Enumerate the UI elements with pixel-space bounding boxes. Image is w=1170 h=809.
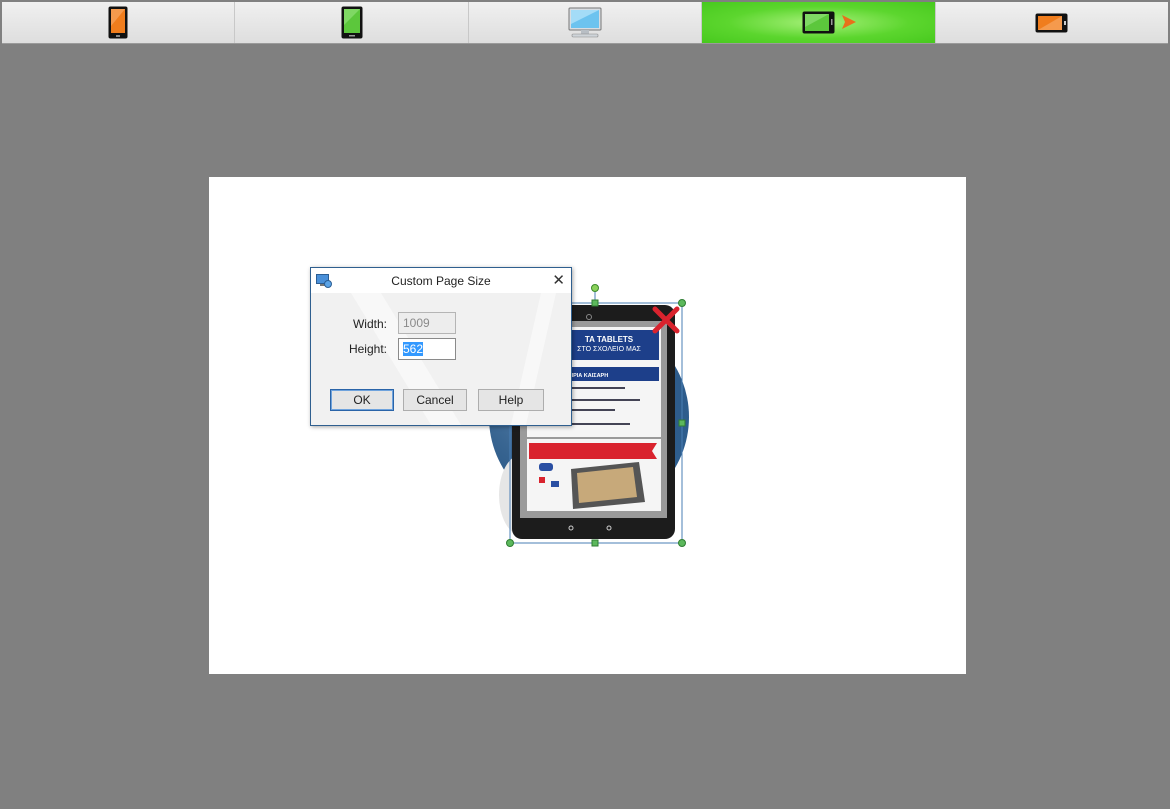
width-label: Width: [352,317,387,331]
height-label: Height: [348,342,387,356]
device-toolbar [2,2,1169,44]
cancel-button[interactable]: Cancel [403,389,467,411]
play-arrow-icon [842,15,857,29]
dialog-title: Custom Page Size [391,274,491,288]
height-field[interactable]: 562 [398,338,456,360]
help-button[interactable]: Help [478,389,544,411]
height-value: 562 [403,342,424,356]
tab-desktop[interactable] [468,2,703,43]
tab-tablet-landscape[interactable] [702,2,936,43]
tab-phone-portrait[interactable] [2,2,236,43]
banner-title: TA TABLETS [585,335,634,344]
banner-subtitle: ΣΤΟ ΣΧΟΛΕΙΟ ΜΑΣ [577,346,641,353]
width-value: 1009 [403,316,430,330]
tab-tablet-portrait[interactable] [235,2,469,43]
tablet-landscape-icon [802,11,835,34]
tab-phone-landscape[interactable] [935,2,1169,43]
width-field: 1009 [398,312,456,334]
ok-button[interactable]: OK [330,389,394,411]
monitor-icon [568,7,602,37]
tablet-portrait-icon [341,6,363,39]
custom-page-size-dialog: Custom Page Size ✕ Width: 1009 Height: 5… [310,267,572,426]
phone-portrait-icon [108,6,128,39]
phone-landscape-icon [1035,13,1068,32]
close-icon[interactable]: ✕ [552,271,565,289]
dialog-titlebar[interactable]: Custom Page Size ✕ [311,268,571,293]
